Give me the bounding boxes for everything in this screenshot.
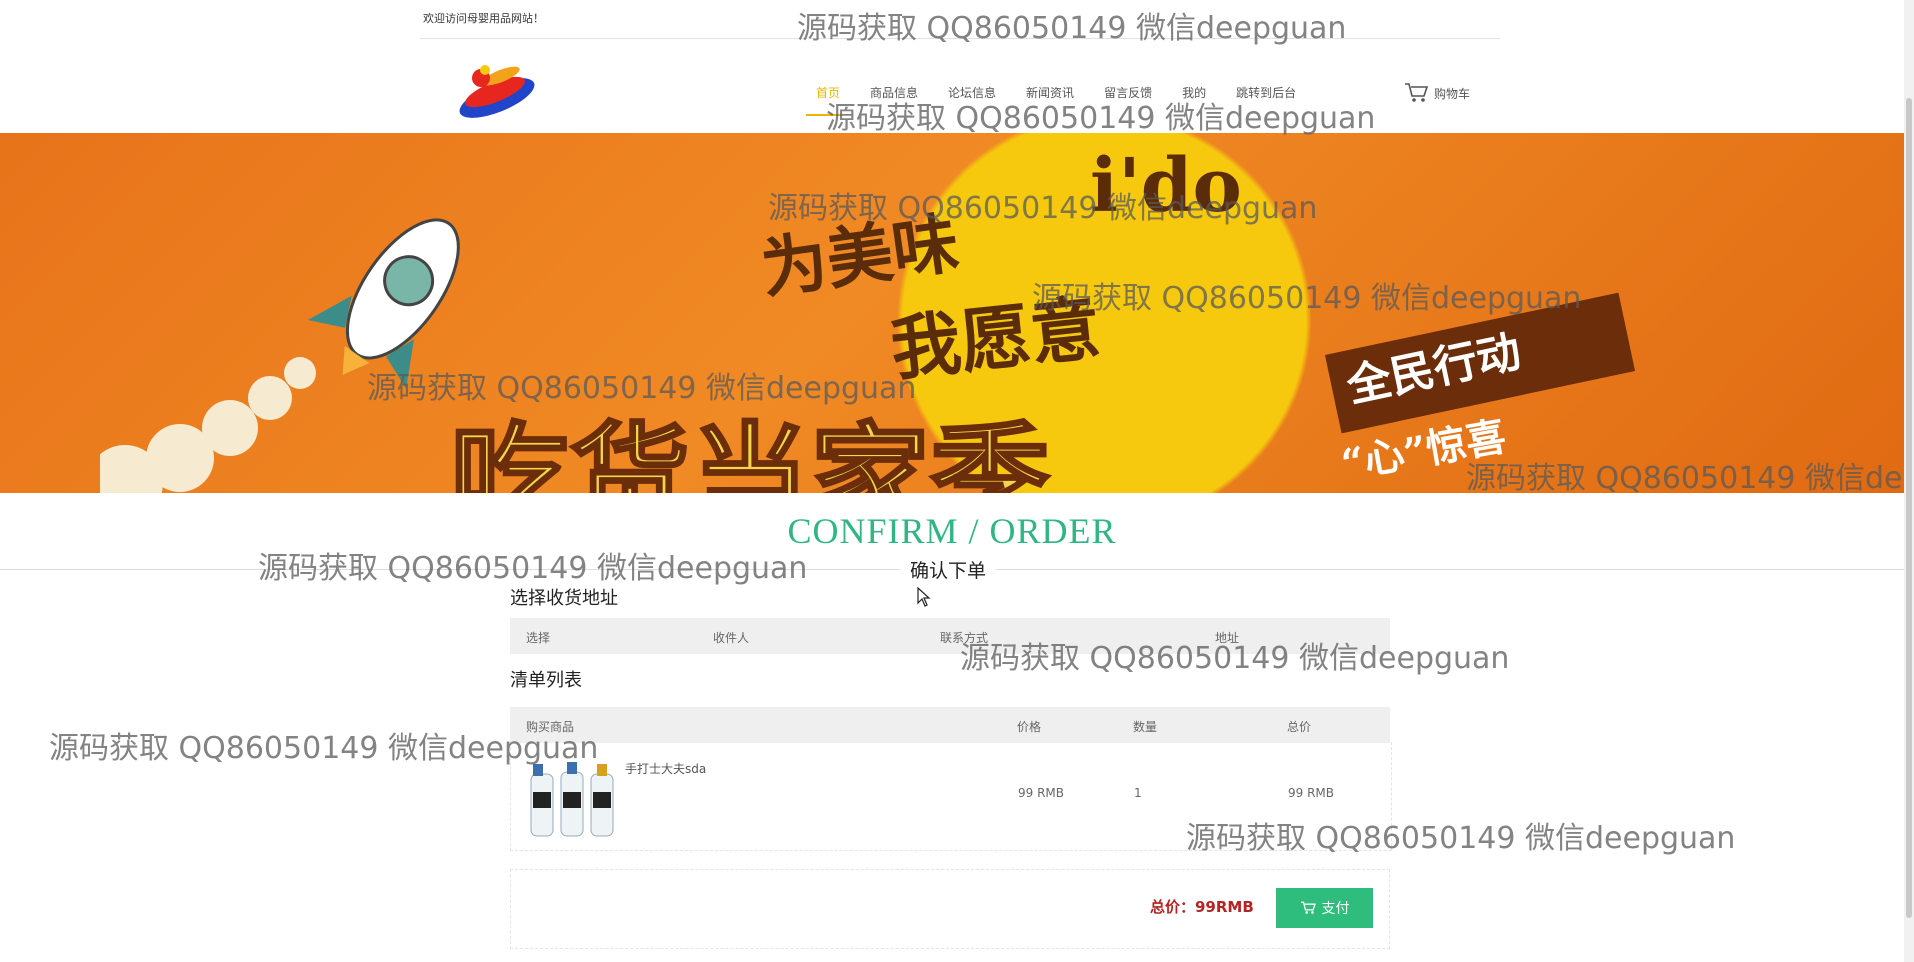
site-logo[interactable] [455,52,540,120]
watermark: 源码获取 QQ86050149 微信deepguan [768,191,1318,226]
product-qty: 1 [1134,786,1142,800]
rocket-trail [100,357,316,493]
order-total: 总价：99RMB [1150,898,1254,916]
watermark: 源码获取 QQ86050149 微信deepguan [826,101,1376,136]
mouse-cursor-icon [917,587,931,607]
list-table-header: 购买商品 价格 数量 总价 [510,707,1390,743]
pay-label: 支付 [1321,900,1350,916]
cart-icon [1405,83,1428,102]
list-col-qty: 数量 [1133,720,1158,734]
scrollbar-thumb[interactable] [1906,98,1912,918]
welcome-text: 欢迎访问母婴用品网站！ [423,12,544,25]
watermark: 源码获取 QQ86050149 微信deepguan [1466,461,1914,496]
cart-link[interactable]: 购物车 [1404,82,1470,104]
confirm-order-subtitle: 确认下单 [900,556,997,583]
watermark: 源码获取 QQ86050149 微信deepguan [49,731,599,766]
product-price: 99 RMB [1018,786,1065,800]
list-section-title: 清单列表 [510,670,582,691]
watermark: 源码获取 QQ86050149 微信deepguan [1032,281,1582,316]
watermark: 源码获取 QQ86050149 微信deepguan [258,551,808,586]
cart-label: 购物车 [1434,86,1471,101]
watermark: 源码获取 QQ86050149 微信deepguan [960,641,1510,676]
product-total: 99 RMB [1288,786,1335,800]
product-image[interactable] [527,762,617,838]
address-col-recipient: 收件人 [713,631,750,645]
watermark: 源码获取 QQ86050149 微信deepguan [797,11,1347,46]
watermark: 源码获取 QQ86050149 微信deepguan [1186,821,1736,856]
watermark: 源码获取 QQ86050149 微信deepguan [367,371,917,406]
list-col-total: 总价 [1287,720,1312,734]
address-col-select: 选择 [526,631,551,645]
cart-icon [1300,901,1316,914]
list-col-price: 价格 [1017,720,1042,734]
address-section-title: 选择收货地址 [510,588,618,609]
pay-button[interactable]: 支付 [1276,888,1373,928]
order-summary [510,869,1390,949]
product-name[interactable]: 手打士大夫sda [625,760,706,777]
